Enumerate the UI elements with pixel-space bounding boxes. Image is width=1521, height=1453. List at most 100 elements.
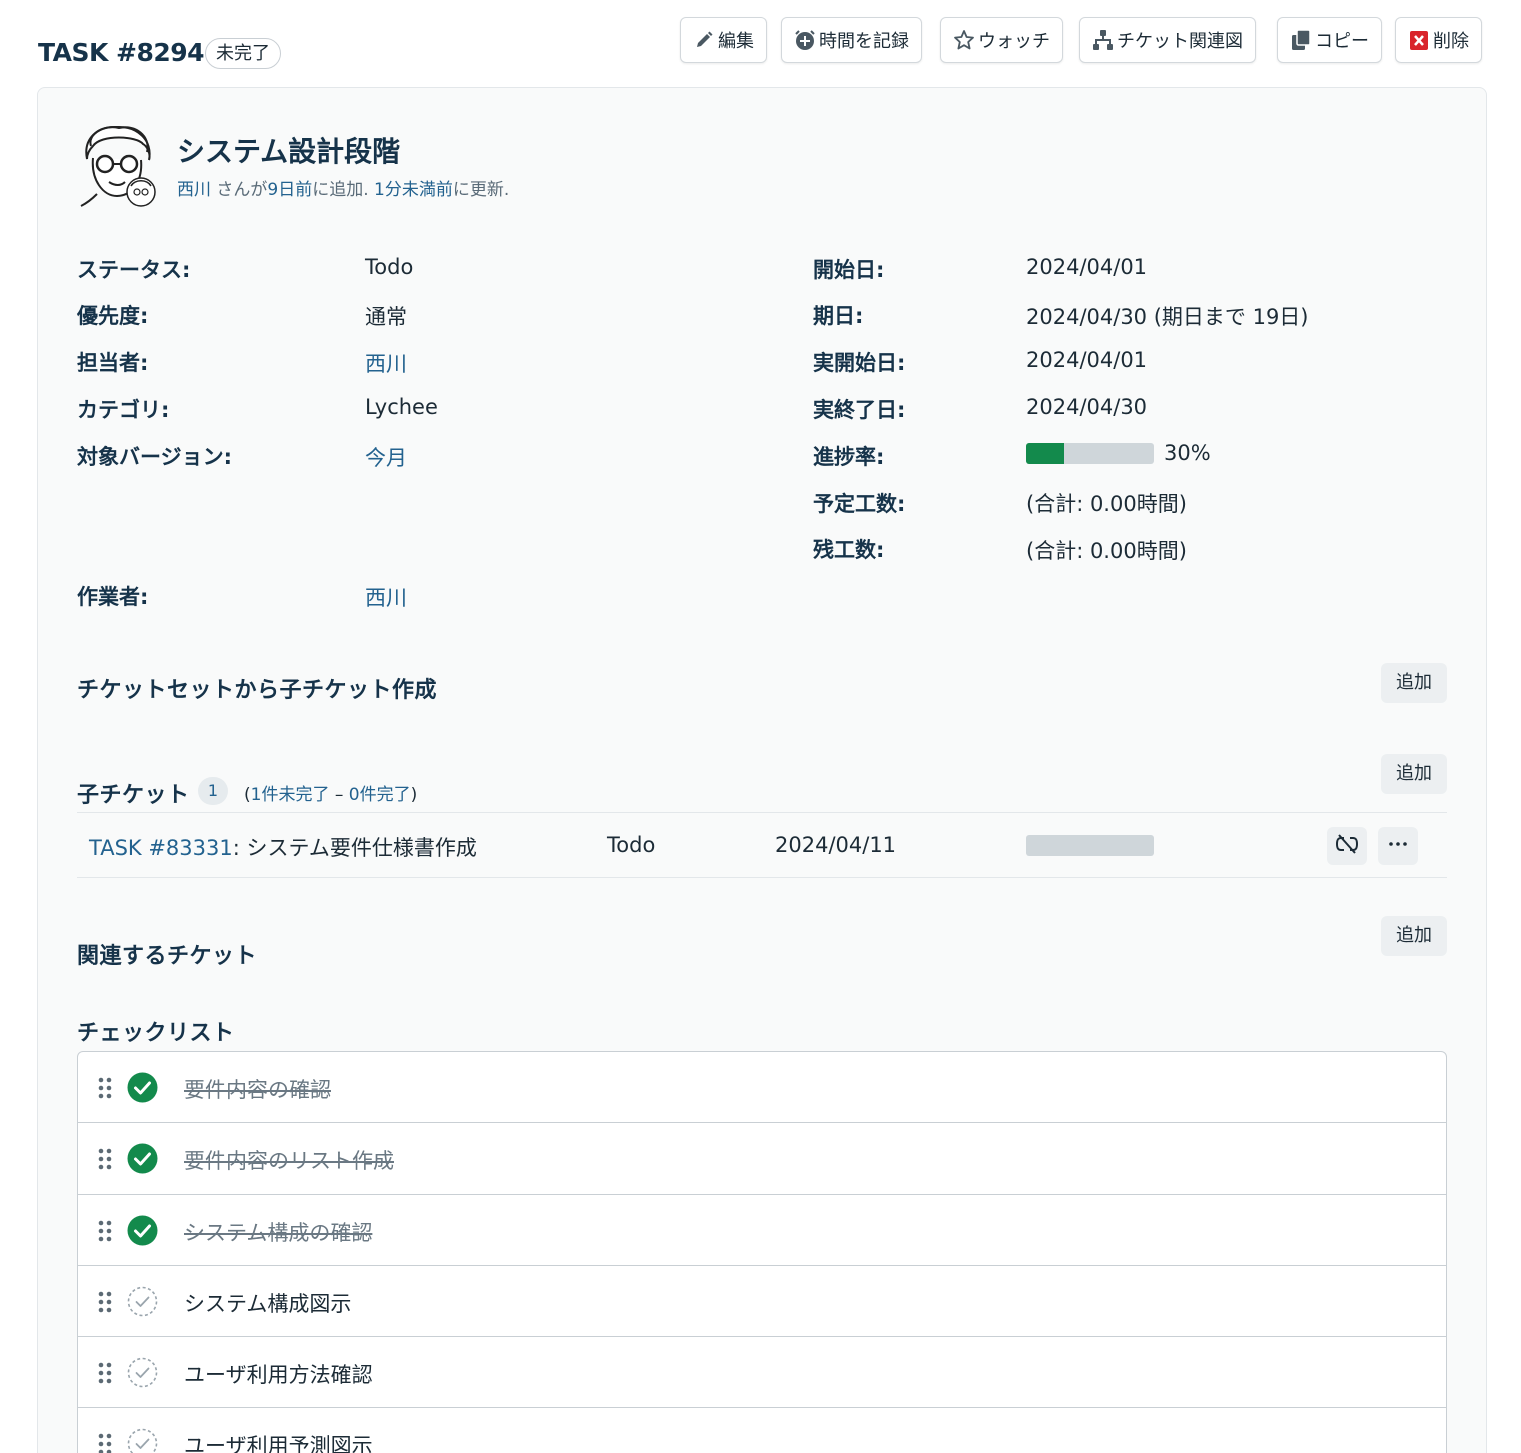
worker-label: 作業者: [77, 585, 149, 609]
priority-label: 優先度: [77, 304, 149, 328]
actual-start-value: 2024/04/01 [1026, 348, 1148, 372]
estimated-hours-value: (合計: 0.00時間) [1026, 492, 1187, 516]
progress-label: 進捗率: [813, 445, 885, 469]
actual-end-label: 実終了日: [813, 398, 906, 422]
progress-bar-fill [1026, 443, 1065, 464]
checked-circle-icon[interactable] [127, 1215, 158, 1246]
due-date-label: 期日: [813, 304, 864, 328]
child-ticket-link[interactable]: TASK #83331 [89, 836, 233, 860]
ticket-set-title: チケットセットから子チケット作成 [77, 678, 438, 703]
copy-label: コピー [1315, 31, 1369, 52]
unchecked-circle-icon[interactable] [127, 1286, 158, 1317]
unlink-icon [1335, 832, 1359, 860]
delete-label: 削除 [1433, 31, 1469, 52]
checked-circle-icon[interactable] [127, 1143, 158, 1174]
issue-meta: 西川 さんが9日前に追加. 1分未満前に更新. [177, 175, 509, 200]
remaining-hours-label: 残工数: [813, 538, 885, 562]
children-summary: (1件未完了 – 0件完了) [244, 780, 417, 805]
child-ticket-subject: : システム要件仕様書作成 [232, 836, 477, 860]
drag-handle-icon[interactable] [98, 1077, 112, 1099]
copy-button[interactable]: コピー [1277, 17, 1382, 63]
due-date-value: 2024/04/30 (期日まで 19日) [1026, 305, 1309, 329]
category-value: Lychee [365, 395, 438, 419]
summary-close-paren: ) [410, 785, 418, 805]
drag-handle-icon[interactable] [98, 1291, 112, 1313]
unchecked-circle-icon[interactable] [127, 1357, 158, 1388]
children-add-button[interactable]: 追加 [1381, 754, 1447, 794]
actual-end-value: 2024/04/30 [1026, 395, 1148, 419]
children-open-link[interactable]: 1件未完了 [251, 785, 330, 805]
meta-mid-text: に追加. [312, 180, 375, 200]
assignee-label: 担当者: [77, 351, 149, 375]
more-actions-button[interactable] [1378, 827, 1418, 865]
copy-icon [1290, 29, 1312, 51]
summary-separator: – [329, 785, 349, 805]
remaining-hours-value: (合計: 0.00時間) [1026, 539, 1187, 563]
checklist-item-text[interactable]: システム構成図示 [184, 1288, 351, 1318]
checklist-item: ユーザ利用予測図示 [78, 1408, 1446, 1453]
drag-handle-icon[interactable] [98, 1148, 112, 1170]
checklist-item: 要件内容の確認 [78, 1052, 1446, 1124]
children-closed-link[interactable]: 0件完了 [349, 785, 411, 805]
related-add-button[interactable]: 追加 [1381, 916, 1447, 956]
author-avatar [77, 124, 157, 208]
author-link[interactable]: 西川 [177, 180, 211, 200]
updated-ago-link[interactable]: 1分未満前 [374, 180, 453, 200]
watch-button[interactable]: ウォッチ [940, 17, 1063, 63]
checklist-item: ユーザ利用方法確認 [78, 1337, 1446, 1409]
unchecked-circle-icon[interactable] [127, 1428, 158, 1453]
hierarchy-icon [1092, 29, 1114, 51]
child-ticket-date: 2024/04/11 [775, 833, 897, 857]
status-value: Todo [365, 255, 414, 279]
child-ticket-row: TASK #83331: システム要件仕様書作成 Todo 2024/04/11 [77, 812, 1447, 878]
drag-handle-icon[interactable] [98, 1220, 112, 1242]
worker-link[interactable]: 西川 [365, 582, 407, 612]
drag-handle-icon[interactable] [98, 1433, 112, 1453]
relation-map-button[interactable]: チケット関連図 [1079, 17, 1256, 63]
category-label: カテゴリ: [77, 398, 170, 422]
estimated-hours-label: 予定工数: [813, 492, 906, 516]
checklist-item-text[interactable]: ユーザ利用予測図示 [184, 1430, 373, 1453]
checklist-title: チェックリスト [77, 1021, 235, 1046]
status-badge: 未完了 [205, 38, 281, 69]
drag-handle-icon[interactable] [98, 1362, 112, 1384]
clock-add-icon [794, 29, 816, 51]
delete-button[interactable]: 削除 [1395, 17, 1482, 63]
pencil-icon [693, 29, 715, 51]
related-title: 関連するチケット [77, 944, 258, 969]
unlink-button[interactable] [1327, 827, 1367, 865]
actual-start-label: 実開始日: [813, 351, 906, 375]
issue-header: TASK #82946 未完了 編集 時間を記録 ウォッチ チケット関連図 コピ… [0, 0, 1521, 88]
added-ago-link[interactable]: 9日前 [267, 180, 312, 200]
delete-icon [1408, 29, 1430, 51]
start-date-value: 2024/04/01 [1026, 255, 1148, 279]
ticket-set-add-button[interactable]: 追加 [1381, 663, 1447, 703]
checklist-item-text[interactable]: ユーザ利用方法確認 [184, 1359, 373, 1389]
checklist-item-text[interactable]: システム構成の確認 [184, 1217, 372, 1247]
log-time-label: 時間を記録 [819, 31, 909, 52]
task-id: TASK #82946 [38, 38, 221, 67]
child-ticket-progress [1026, 835, 1154, 856]
checklist-item: 要件内容のリスト作成 [78, 1123, 1446, 1195]
ellipsis-icon [1386, 832, 1410, 860]
priority-value: 通常 [365, 305, 407, 329]
checklist-item-text[interactable]: 要件内容の確認 [184, 1074, 331, 1104]
checked-circle-icon[interactable] [127, 1072, 158, 1103]
child-ticket-status: Todo [607, 833, 656, 857]
meta-added-text: さんが [211, 180, 268, 200]
edit-button[interactable]: 編集 [680, 17, 767, 63]
checklist: 要件内容の確認要件内容のリスト作成 システム構成の確認 システム構成図示 ユーザ利用方… [77, 1051, 1447, 1453]
progress-bar [1026, 443, 1154, 464]
checklist-item-text[interactable]: 要件内容のリスト作成 [184, 1145, 394, 1175]
child-ticket-title: TASK #83331: システム要件仕様書作成 [89, 832, 477, 862]
assignee-link[interactable]: 西川 [365, 348, 407, 378]
star-icon [953, 29, 975, 51]
progress-value: 30% [1164, 441, 1211, 465]
version-link[interactable]: 今月 [365, 442, 407, 472]
edit-label: 編集 [718, 31, 754, 52]
log-time-button[interactable]: 時間を記録 [781, 17, 922, 63]
version-label: 対象バージョン: [77, 445, 232, 469]
relation-map-label: チケット関連図 [1117, 31, 1243, 52]
watch-label: ウォッチ [978, 31, 1050, 52]
status-label: ステータス: [77, 258, 191, 282]
